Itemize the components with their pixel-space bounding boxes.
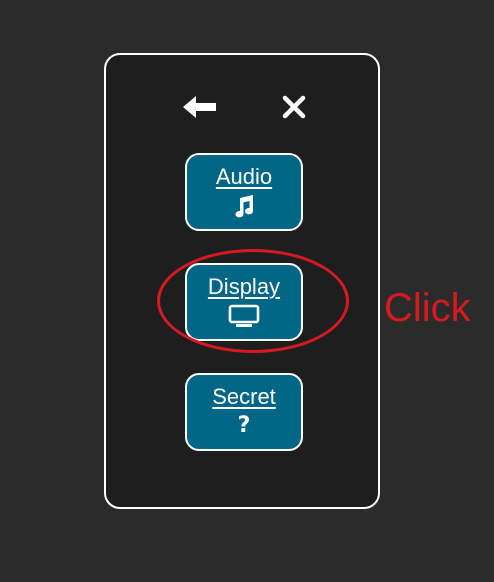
arrow-left-icon [183, 96, 216, 118]
close-icon [282, 95, 306, 119]
music-note-icon [232, 193, 256, 219]
secret-button-label: Secret [212, 384, 276, 409]
click-annotation: Click [384, 286, 471, 330]
screen: Audio Display Secret ? Click [0, 0, 494, 582]
audio-button-label: Audio [215, 164, 273, 189]
secret-button[interactable]: Secret ? [185, 373, 303, 451]
question-mark-icon: ? [237, 413, 251, 438]
highlight-ellipse [157, 249, 349, 353]
back-button[interactable] [180, 87, 220, 127]
audio-button[interactable]: Audio [185, 153, 303, 231]
close-button[interactable] [274, 87, 314, 127]
